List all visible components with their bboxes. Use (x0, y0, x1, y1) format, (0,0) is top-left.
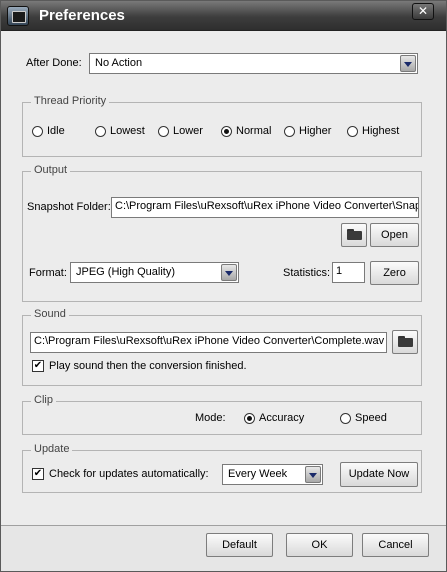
format-value: JPEG (High Quality) (76, 266, 176, 278)
mode-speed-radio[interactable]: Speed (340, 412, 387, 424)
update-now-button[interactable]: Update Now (340, 462, 418, 487)
checkmark-icon: ✔ (32, 360, 44, 372)
sound-browse-button[interactable] (392, 330, 418, 354)
title-bar[interactable]: Preferences ✕ (1, 1, 446, 31)
chevron-down-icon[interactable] (305, 466, 321, 483)
priority-idle-radio[interactable]: Idle (32, 125, 65, 137)
auto-update-checkbox[interactable]: ✔ Check for updates automatically: (32, 468, 209, 480)
chevron-down-icon[interactable] (221, 264, 237, 281)
clip-legend: Clip (31, 394, 56, 406)
priority-lowest-label: Lowest (110, 125, 145, 137)
open-button[interactable]: Open (370, 223, 419, 247)
chevron-down-icon[interactable] (400, 55, 416, 72)
preferences-window: Preferences ✕ After Done: No Action Thre… (0, 0, 447, 572)
mode-accuracy-radio[interactable]: Accuracy (244, 412, 304, 424)
output-legend: Output (31, 164, 71, 176)
mode-accuracy-label: Accuracy (259, 412, 305, 424)
radio-selected-icon (221, 125, 232, 137)
priority-lowest-radio[interactable]: Lowest (95, 125, 145, 137)
format-select[interactable]: JPEG (High Quality) (70, 262, 239, 283)
update-legend: Update (31, 443, 73, 455)
priority-higher-label: Higher (299, 125, 332, 137)
priority-idle-label: Idle (47, 125, 65, 137)
app-icon (7, 6, 29, 26)
close-button[interactable]: ✕ (412, 3, 434, 20)
radio-icon (95, 125, 106, 137)
ok-button[interactable]: OK (286, 533, 353, 557)
default-button[interactable]: Default (206, 533, 273, 557)
radio-icon (347, 125, 358, 137)
after-done-value: No Action (95, 57, 143, 69)
folder-icon (347, 229, 362, 240)
priority-higher-radio[interactable]: Higher (284, 125, 331, 137)
snapshot-browse-button[interactable] (341, 223, 367, 247)
radio-selected-icon (244, 412, 255, 424)
auto-update-label: Check for updates automatically: (49, 468, 209, 480)
folder-icon (398, 336, 413, 347)
radio-icon (284, 125, 295, 137)
play-sound-checkbox[interactable]: ✔ Play sound then the conversion finished… (32, 360, 247, 372)
statistics-input[interactable]: 1 (332, 262, 365, 283)
priority-lower-radio[interactable]: Lower (158, 125, 203, 137)
thread-priority-legend: Thread Priority (31, 95, 110, 107)
snapshot-folder-label: Snapshot Folder: (27, 201, 111, 213)
priority-lower-label: Lower (173, 125, 203, 137)
radio-icon (32, 125, 43, 137)
close-icon: ✕ (417, 4, 429, 18)
cancel-button[interactable]: Cancel (362, 533, 429, 557)
priority-highest-label: Highest (362, 125, 400, 137)
sound-file-input[interactable]: C:\Program Files\uRexsoft\uRex iPhone Vi… (30, 332, 387, 353)
priority-normal-radio[interactable]: Normal (221, 125, 271, 137)
window-title: Preferences (39, 7, 125, 24)
update-frequency-select[interactable]: Every Week (222, 464, 323, 485)
update-frequency-value: Every Week (228, 468, 288, 480)
checkmark-icon: ✔ (32, 468, 44, 480)
after-done-select[interactable]: No Action (89, 53, 418, 74)
snapshot-folder-input[interactable]: C:\Program Files\uRexsoft\uRex iPhone Vi… (111, 197, 419, 218)
mode-speed-label: Speed (355, 412, 387, 424)
priority-highest-radio[interactable]: Highest (347, 125, 399, 137)
zero-button[interactable]: Zero (370, 261, 419, 285)
play-sound-label: Play sound then the conversion finished. (49, 360, 247, 372)
statistics-label: Statistics: (283, 267, 331, 279)
priority-normal-label: Normal (236, 125, 272, 137)
radio-icon (340, 412, 351, 424)
format-label: Format: (29, 267, 67, 279)
sound-legend: Sound (31, 308, 69, 320)
radio-icon (158, 125, 169, 137)
after-done-label: After Done: (26, 57, 82, 69)
mode-label: Mode: (195, 412, 226, 424)
